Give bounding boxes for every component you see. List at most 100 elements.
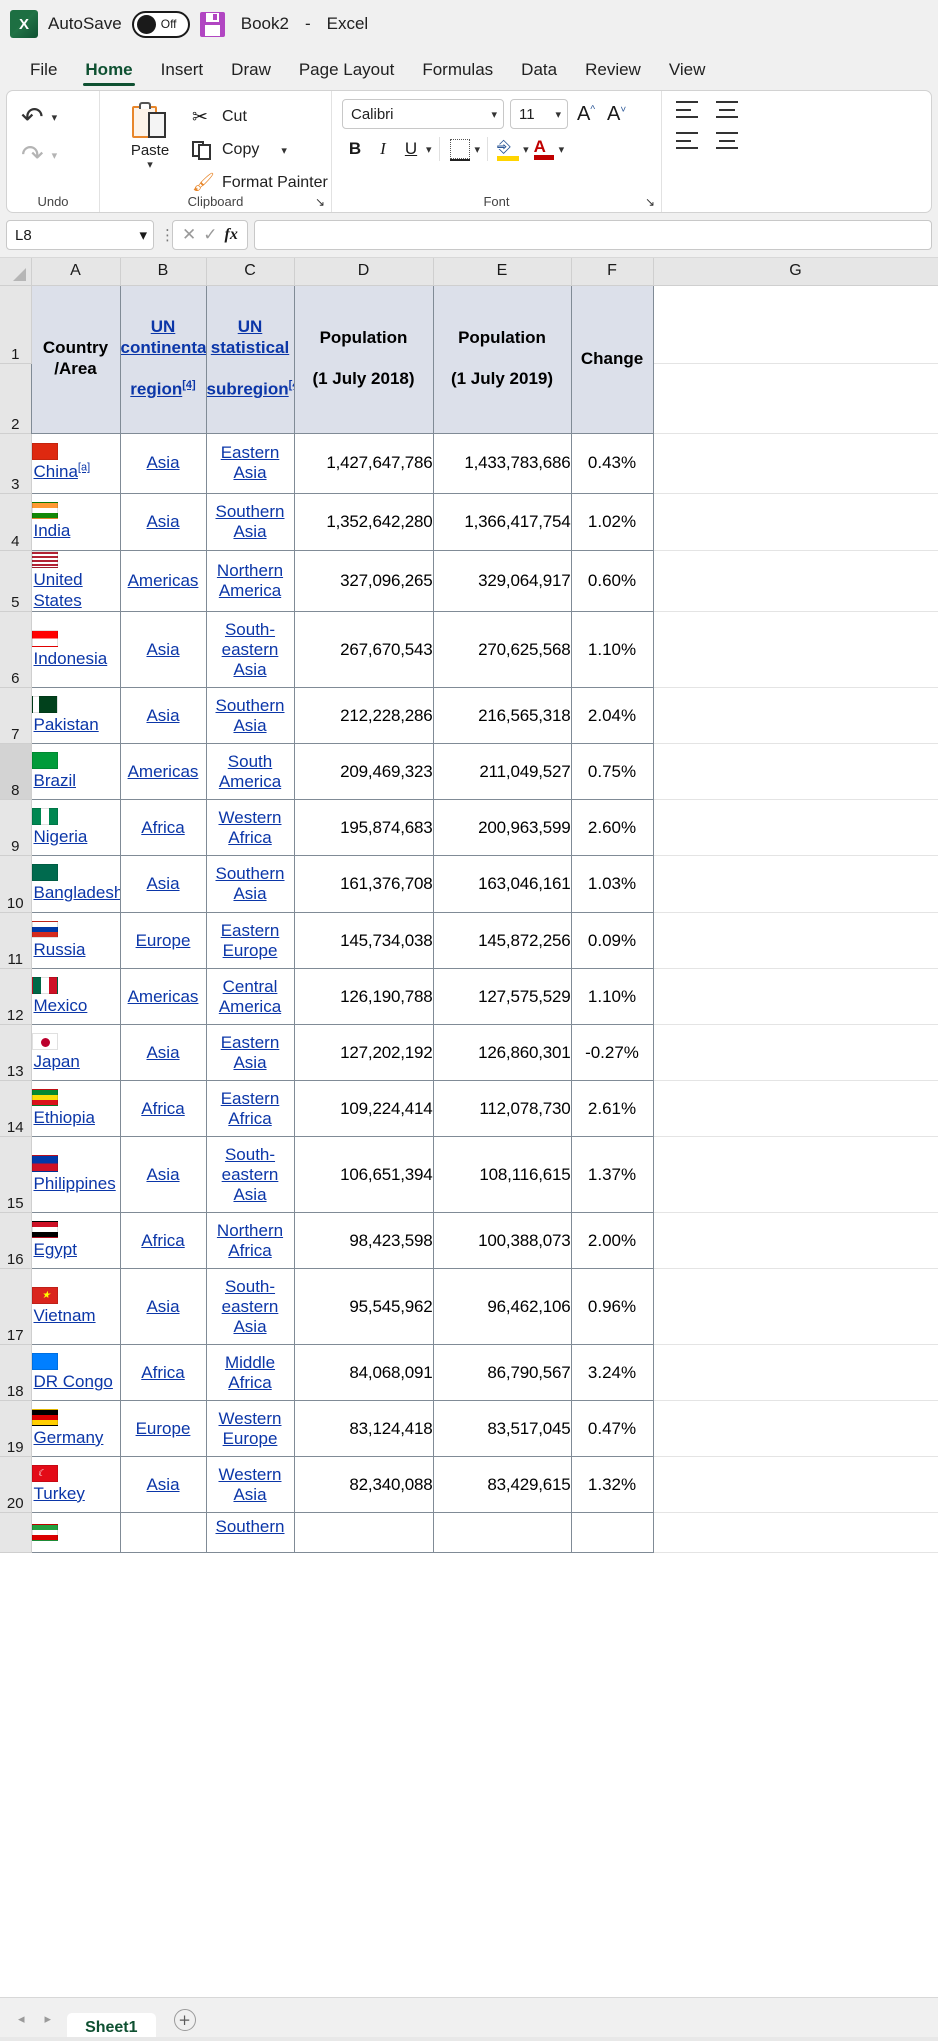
cell-a13-country[interactable]: Japan <box>30 1024 121 1081</box>
cell-g13[interactable] <box>653 1024 938 1081</box>
cell-c16-subregion[interactable]: Northern Africa <box>205 1212 295 1269</box>
cell-b10-region[interactable]: Asia <box>119 855 207 913</box>
column-header-a[interactable]: A <box>31 258 121 286</box>
cell-g18[interactable] <box>653 1344 938 1401</box>
cell-e5-pop2019[interactable]: 329,064,917 <box>432 549 572 612</box>
cell-c21-subregion[interactable]: Southern <box>205 1512 295 1553</box>
font-color-chevron-down-icon[interactable]: ▾ <box>559 143 565 156</box>
cell-a15-country[interactable]: Philippines <box>30 1136 121 1213</box>
cell-a10-country[interactable]: Bangladesh <box>30 855 121 913</box>
cell-f4-change[interactable]: 1.02% <box>570 492 654 551</box>
column-header-b[interactable]: B <box>120 258 207 286</box>
cell-b13-region[interactable]: Asia <box>119 1024 207 1081</box>
cell-f12-change[interactable]: 1.10% <box>570 968 654 1025</box>
cell-f5-change[interactable]: 0.60% <box>570 549 654 612</box>
autosave-toggle[interactable]: Off <box>131 10 190 38</box>
cell-f9-change[interactable]: 2.60% <box>570 799 654 856</box>
cell-e12-pop2019[interactable]: 127,575,529 <box>432 968 572 1025</box>
cell-c1-subregion-header[interactable]: UN statistical subregion[4] <box>205 284 295 434</box>
cell-e14-pop2019[interactable]: 112,078,730 <box>432 1080 572 1137</box>
country-link-5[interactable]: United States <box>34 570 83 610</box>
increase-font-size-button[interactable]: A^ <box>574 103 598 126</box>
cell-a1-country-header[interactable]: Country /Area <box>30 284 121 434</box>
cell-a16-country[interactable]: Egypt <box>30 1212 121 1269</box>
country-link-13[interactable]: Japan <box>34 1052 80 1071</box>
cell-g5[interactable] <box>653 550 938 612</box>
cell-a3-country[interactable]: China[a] <box>30 432 121 494</box>
cell-c9-subregion[interactable]: Western Africa <box>205 799 295 856</box>
cell-e21-pop2019[interactable] <box>432 1512 572 1553</box>
save-icon[interactable] <box>199 11 225 37</box>
cell-f8-change[interactable]: 0.75% <box>570 743 654 800</box>
tab-file[interactable]: File <box>16 57 71 88</box>
tab-page-layout[interactable]: Page Layout <box>285 57 408 88</box>
region-link-13[interactable]: Asia <box>146 1043 179 1062</box>
country-link-10[interactable]: Bangladesh <box>34 883 120 902</box>
subregion-link-6[interactable]: South-eastern Asia <box>222 620 279 679</box>
cell-b11-region[interactable]: Europe <box>119 912 207 969</box>
cell-b16-region[interactable]: Africa <box>119 1212 207 1269</box>
country-link-12[interactable]: Mexico <box>34 996 88 1015</box>
cell-c3-subregion[interactable]: Eastern Asia <box>205 432 295 494</box>
cell-c18-subregion[interactable]: Middle Africa <box>205 1344 295 1401</box>
cell-c5-subregion[interactable]: Northern America <box>205 549 295 612</box>
copy-chevron-down-icon[interactable]: ▾ <box>281 144 287 157</box>
country-link-18[interactable]: DR Congo <box>34 1372 113 1391</box>
cell-g2[interactable] <box>653 363 938 434</box>
statistical-link[interactable]: statistical <box>211 338 289 357</box>
cell-f15-change[interactable]: 1.37% <box>570 1136 654 1213</box>
add-sheet-button[interactable]: + <box>173 2008 196 2031</box>
cell-f17-change[interactable]: 0.96% <box>570 1268 654 1345</box>
undo-chevron-down-icon[interactable]: ▾ <box>52 111 58 124</box>
subregion-link-20[interactable]: Western Asia <box>219 1465 282 1504</box>
cell-g12[interactable] <box>653 968 938 1025</box>
redo-chevron-down-icon[interactable]: ▾ <box>52 149 58 162</box>
country-link-9[interactable]: Nigeria <box>34 827 88 846</box>
continental-link[interactable]: continental <box>121 338 205 357</box>
cell-a21-country[interactable] <box>30 1512 121 1553</box>
cell-c13-subregion[interactable]: Eastern Asia <box>205 1024 295 1081</box>
row-header-16[interactable]: 16 <box>0 1212 32 1269</box>
cell-d11-pop2018[interactable]: 145,734,038 <box>293 912 434 969</box>
underline-button[interactable]: U <box>398 135 424 163</box>
cell-f21-change[interactable] <box>570 1512 654 1553</box>
cell-e13-pop2019[interactable]: 126,860,301 <box>432 1024 572 1081</box>
cell-a4-country[interactable]: India <box>30 492 121 551</box>
cell-a17-country[interactable]: ★ Vietnam <box>30 1268 121 1345</box>
tab-home[interactable]: Home <box>71 57 146 88</box>
row-header-18[interactable]: 18 <box>0 1344 32 1401</box>
country-link-4[interactable]: India <box>34 521 71 540</box>
cell-e8-pop2019[interactable]: 211,049,527 <box>432 743 572 800</box>
cell-c14-subregion[interactable]: Eastern Africa <box>205 1080 295 1137</box>
cell-f1-change-header[interactable]: Change <box>570 284 654 434</box>
cell-g1[interactable] <box>653 285 938 364</box>
country-link-7[interactable]: Pakistan <box>34 715 99 734</box>
undo-button[interactable]: ↶ ▾ <box>21 99 99 135</box>
cell-d10-pop2018[interactable]: 161,376,708 <box>293 855 434 913</box>
cell-d17-pop2018[interactable]: 95,545,962 <box>293 1268 434 1345</box>
cell-g14[interactable] <box>653 1080 938 1137</box>
row-header-partial[interactable] <box>0 1512 32 1553</box>
cell-e20-pop2019[interactable]: 83,429,615 <box>432 1456 572 1513</box>
country-link-3[interactable]: China <box>34 462 78 481</box>
cell-c12-subregion[interactable]: Central America <box>205 968 295 1025</box>
cell-f14-change[interactable]: 2.61% <box>570 1080 654 1137</box>
font-size-select[interactable]: 11 ▾ <box>510 99 568 129</box>
align-middle-button[interactable] <box>716 101 738 118</box>
cell-e19-pop2019[interactable]: 83,517,045 <box>432 1400 572 1457</box>
region-link-6[interactable]: Asia <box>146 640 179 659</box>
region-link-10[interactable]: Asia <box>146 874 179 893</box>
name-box[interactable]: L8 ▾ <box>6 220 154 250</box>
subregion-link-19[interactable]: Western Europe <box>219 1409 282 1448</box>
row-header-1[interactable]: 1 <box>0 285 32 364</box>
font-color-button[interactable]: A <box>531 135 557 163</box>
cell-d3-pop2018[interactable]: 1,427,647,786 <box>293 432 434 494</box>
cell-b15-region[interactable]: Asia <box>119 1136 207 1213</box>
row-header-19[interactable]: 19 <box>0 1400 32 1457</box>
cell-c20-subregion[interactable]: Western Asia <box>205 1456 295 1513</box>
cell-b20-region[interactable]: Asia <box>119 1456 207 1513</box>
subregion-link-3[interactable]: Eastern Asia <box>221 443 280 482</box>
bold-button[interactable]: B <box>342 135 368 163</box>
next-sheet-icon[interactable]: ▸ <box>37 2012 60 2027</box>
subregion-link-16[interactable]: Northern Africa <box>217 1221 283 1260</box>
